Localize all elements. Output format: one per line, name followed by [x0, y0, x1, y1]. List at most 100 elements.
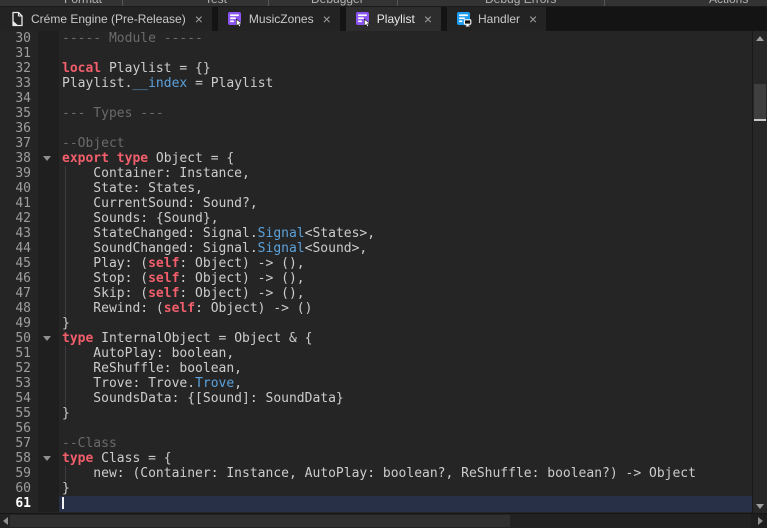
horizontal-scrollbar[interactable] — [0, 513, 767, 528]
code-line-text[interactable]: Trove: Trove.Trove, — [59, 376, 752, 392]
line-number[interactable]: 46 — [0, 271, 38, 287]
ribbon-group-actions[interactable]: Actions — [709, 0, 748, 6]
code-line-text[interactable]: SoundsData: {[Sound]: SoundData} — [59, 391, 752, 407]
code-line-text[interactable]: type InternalObject = Object & { — [59, 331, 752, 346]
line-number[interactable]: 53 — [0, 376, 38, 392]
scroll-left-button[interactable] — [0, 514, 10, 528]
editor-line: 38 export type Object = { — [0, 151, 752, 167]
line-number[interactable]: 48 — [0, 301, 38, 317]
line-number[interactable]: 42 — [0, 211, 38, 227]
tab-creme-engine-place[interactable]: Créme Engine (Pre-Release) × — [0, 7, 212, 31]
line-number[interactable]: 60 — [0, 481, 38, 497]
close-icon[interactable]: × — [424, 12, 432, 26]
line-number[interactable]: 38 — [0, 151, 38, 167]
horizontal-scrollbar-thumb[interactable] — [10, 515, 510, 527]
code-line-text[interactable] — [59, 91, 752, 106]
code-line-text[interactable]: ----- Module ----- — [59, 31, 752, 46]
ribbon-group-debugger[interactable]: Debugger — [311, 0, 364, 6]
code-line-text[interactable]: ReShuffle: boolean, — [59, 361, 752, 377]
code-line-text[interactable]: CurrentSound: Sound?, — [59, 196, 752, 212]
line-number[interactable]: 54 — [0, 391, 38, 407]
code-line-text[interactable]: --- Types --- — [59, 106, 752, 121]
code-line-text[interactable]: Play: (self: Object) -> (), — [59, 256, 752, 272]
line-number[interactable]: 37 — [0, 136, 38, 152]
line-number[interactable]: 43 — [0, 226, 38, 242]
line-number[interactable]: 56 — [0, 421, 38, 437]
code-line-text[interactable]: local Playlist = {} — [59, 61, 752, 76]
code-line-text[interactable]: SoundChanged: Signal.Signal<Sound>, — [59, 241, 752, 257]
code-line-text[interactable]: } — [59, 316, 752, 331]
line-number[interactable]: 61 — [0, 496, 38, 512]
arrow-up-icon — [756, 35, 764, 41]
code-line-text[interactable]: } — [59, 481, 752, 496]
fold-margin — [38, 271, 59, 287]
ribbon-group-test[interactable]: Test — [205, 0, 227, 6]
code-line-text[interactable] — [59, 421, 752, 436]
code-line-text[interactable]: Stop: (self: Object) -> (), — [59, 271, 752, 287]
tab-musiczones-script[interactable]: MusicZones × — [217, 7, 340, 31]
fold-collapse-icon[interactable] — [43, 156, 51, 162]
close-icon[interactable]: × — [195, 12, 203, 26]
script-purple-icon — [355, 11, 371, 27]
code-line-text[interactable]: new: (Container: Instance, AutoPlay: boo… — [59, 466, 752, 482]
arrow-down-icon — [756, 503, 764, 509]
code-line-text[interactable]: State: States, — [59, 181, 752, 197]
code-line-text[interactable]: } — [59, 406, 752, 421]
editor-line: 60} — [0, 481, 752, 497]
close-icon[interactable]: × — [529, 12, 537, 26]
ribbon-group-format[interactable]: Format — [64, 0, 102, 6]
tab-handler-script[interactable]: Handler × — [447, 7, 547, 31]
line-number[interactable]: 31 — [0, 46, 38, 62]
code-line-text[interactable]: Container: Instance, — [59, 166, 752, 182]
line-number[interactable]: 36 — [0, 121, 38, 137]
line-number[interactable]: 44 — [0, 241, 38, 257]
code-line-text[interactable]: AutoPlay: boolean, — [59, 346, 752, 362]
code-line-text[interactable]: type Class = { — [59, 451, 752, 466]
code-line-text[interactable]: export type Object = { — [59, 151, 752, 166]
editor-line: 52 ReShuffle: boolean, — [0, 361, 752, 377]
line-number[interactable]: 51 — [0, 346, 38, 362]
line-number[interactable]: 47 — [0, 286, 38, 302]
line-number[interactable]: 34 — [0, 91, 38, 107]
fold-margin — [38, 151, 59, 167]
line-number[interactable]: 45 — [0, 256, 38, 272]
line-number[interactable]: 57 — [0, 436, 38, 452]
fold-margin — [38, 496, 59, 512]
editor-line: 31 — [0, 46, 752, 62]
line-number[interactable]: 32 — [0, 61, 38, 77]
line-number[interactable]: 30 — [0, 31, 38, 47]
line-number[interactable]: 33 — [0, 76, 38, 92]
vertical-scrollbar-thumb[interactable] — [754, 84, 766, 121]
line-number[interactable]: 49 — [0, 316, 38, 332]
line-number[interactable]: 55 — [0, 406, 38, 422]
code-line-text[interactable]: Skip: (self: Object) -> (), — [59, 286, 752, 302]
scroll-up-button[interactable] — [753, 31, 767, 45]
line-number[interactable]: 39 — [0, 166, 38, 182]
line-number[interactable]: 50 — [0, 331, 38, 347]
ribbon-group-debug-errors[interactable]: Debug Errors — [485, 0, 556, 6]
line-number[interactable]: 52 — [0, 361, 38, 377]
code-line-text[interactable]: Rewind: (self: Object) -> () — [59, 301, 752, 317]
code-line-text[interactable] — [59, 121, 752, 136]
line-number[interactable]: 59 — [0, 466, 38, 482]
editor-line: 43 StateChanged: Signal.Signal<States>, — [0, 226, 752, 242]
line-number[interactable]: 58 — [0, 451, 38, 467]
fold-collapse-icon[interactable] — [43, 336, 51, 342]
close-icon[interactable]: × — [323, 12, 331, 26]
editor-line: 61 — [0, 496, 752, 512]
line-number[interactable]: 40 — [0, 181, 38, 197]
code-line-text[interactable] — [59, 46, 752, 61]
tab-playlist-script[interactable]: Playlist × — [345, 7, 441, 31]
code-line-text[interactable]: Sounds: {Sound}, — [59, 211, 752, 227]
code-line-text[interactable]: StateChanged: Signal.Signal<States>, — [59, 226, 752, 242]
fold-collapse-icon[interactable] — [43, 456, 51, 462]
scroll-down-button[interactable] — [753, 499, 767, 513]
vertical-scrollbar[interactable] — [752, 31, 767, 513]
line-number[interactable]: 35 — [0, 106, 38, 122]
scroll-right-button[interactable] — [755, 514, 765, 528]
code-line-text[interactable]: --Class — [59, 436, 752, 451]
line-number[interactable]: 41 — [0, 196, 38, 212]
code-line-text[interactable]: Playlist.__index = Playlist — [59, 76, 752, 91]
code-line-text[interactable] — [59, 496, 752, 512]
code-line-text[interactable]: --Object — [59, 136, 752, 151]
